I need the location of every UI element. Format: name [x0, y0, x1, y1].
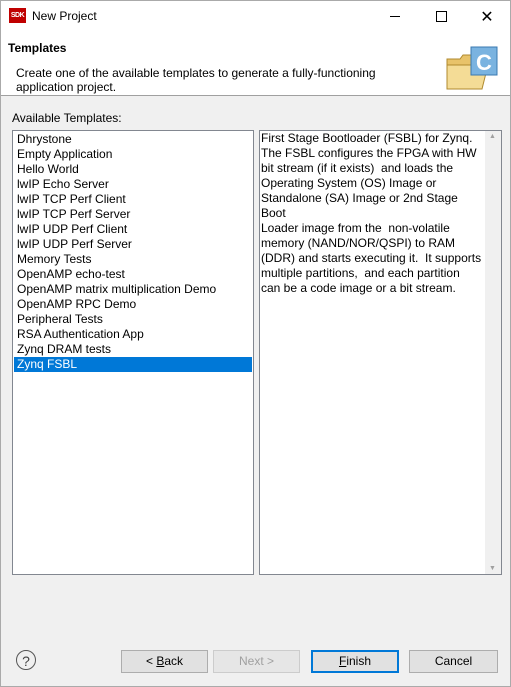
maximize-icon [435, 10, 447, 22]
template-list-item[interactable]: Hello World [14, 162, 252, 177]
new-project-dialog: SDK New Project ✕ Templates Create one o… [0, 0, 511, 687]
page-description: Create one of the available templates to… [16, 66, 376, 94]
template-list-item[interactable]: Peripheral Tests [14, 312, 252, 327]
svg-text:C: C [476, 50, 492, 75]
template-list-item[interactable]: lwIP TCP Perf Server [14, 207, 252, 222]
template-list-item[interactable]: lwIP UDP Perf Server [14, 237, 252, 252]
scroll-up-icon[interactable]: ▲ [489, 133, 496, 140]
next-button[interactable]: Next > [213, 650, 300, 673]
template-list-item[interactable]: Dhrystone [14, 132, 252, 147]
help-icon[interactable]: ? [16, 650, 36, 670]
template-list-item[interactable]: OpenAMP echo-test [14, 267, 252, 282]
available-templates-label: Available Templates: [12, 111, 122, 125]
template-list-item[interactable]: RSA Authentication App [14, 327, 252, 342]
cancel-button[interactable]: Cancel [409, 650, 498, 673]
finish-button[interactable]: Finish [311, 650, 399, 673]
new-project-folder-icon: C [446, 46, 498, 90]
template-description: First Stage Bootloader (FSBL) for Zynq. … [261, 131, 482, 295]
back-prefix: < [145, 654, 157, 668]
close-icon: ✕ [480, 6, 494, 26]
template-list-item[interactable]: OpenAMP matrix multiplication Demo [14, 282, 252, 297]
scroll-down-icon[interactable]: ▼ [489, 565, 496, 572]
maximize-button[interactable] [418, 1, 464, 31]
sdk-app-icon: SDK [9, 8, 26, 23]
wizard-header: Templates Create one of the available te… [1, 31, 510, 96]
page-title: Templates [8, 41, 67, 55]
back-button[interactable]: < Back [121, 650, 208, 673]
title-bar: SDK New Project ✕ [1, 1, 510, 31]
template-list-item[interactable]: Zynq FSBL [14, 357, 252, 372]
template-list-item[interactable]: OpenAMP RPC Demo [14, 297, 252, 312]
template-list-item[interactable]: Memory Tests [14, 252, 252, 267]
template-list-item[interactable]: lwIP TCP Perf Client [14, 192, 252, 207]
minimize-button[interactable] [372, 1, 418, 31]
finish-rest: inish [346, 654, 372, 668]
template-list-item[interactable]: lwIP UDP Perf Client [14, 222, 252, 237]
close-button[interactable]: ✕ [464, 1, 510, 31]
template-list-item[interactable]: Empty Application [14, 147, 252, 162]
back-rest: ack [164, 654, 184, 668]
window-title: New Project [32, 9, 97, 23]
description-scrollbar[interactable]: ▲ ▼ [485, 131, 501, 574]
template-list-item[interactable]: Zynq DRAM tests [14, 342, 252, 357]
template-list-item[interactable]: lwIP Echo Server [14, 177, 252, 192]
minimize-icon [390, 15, 400, 17]
template-description-panel: First Stage Bootloader (FSBL) for Zynq. … [259, 130, 502, 575]
templates-list[interactable]: Dhrystone Empty Application Hello World lwI… [12, 130, 254, 575]
